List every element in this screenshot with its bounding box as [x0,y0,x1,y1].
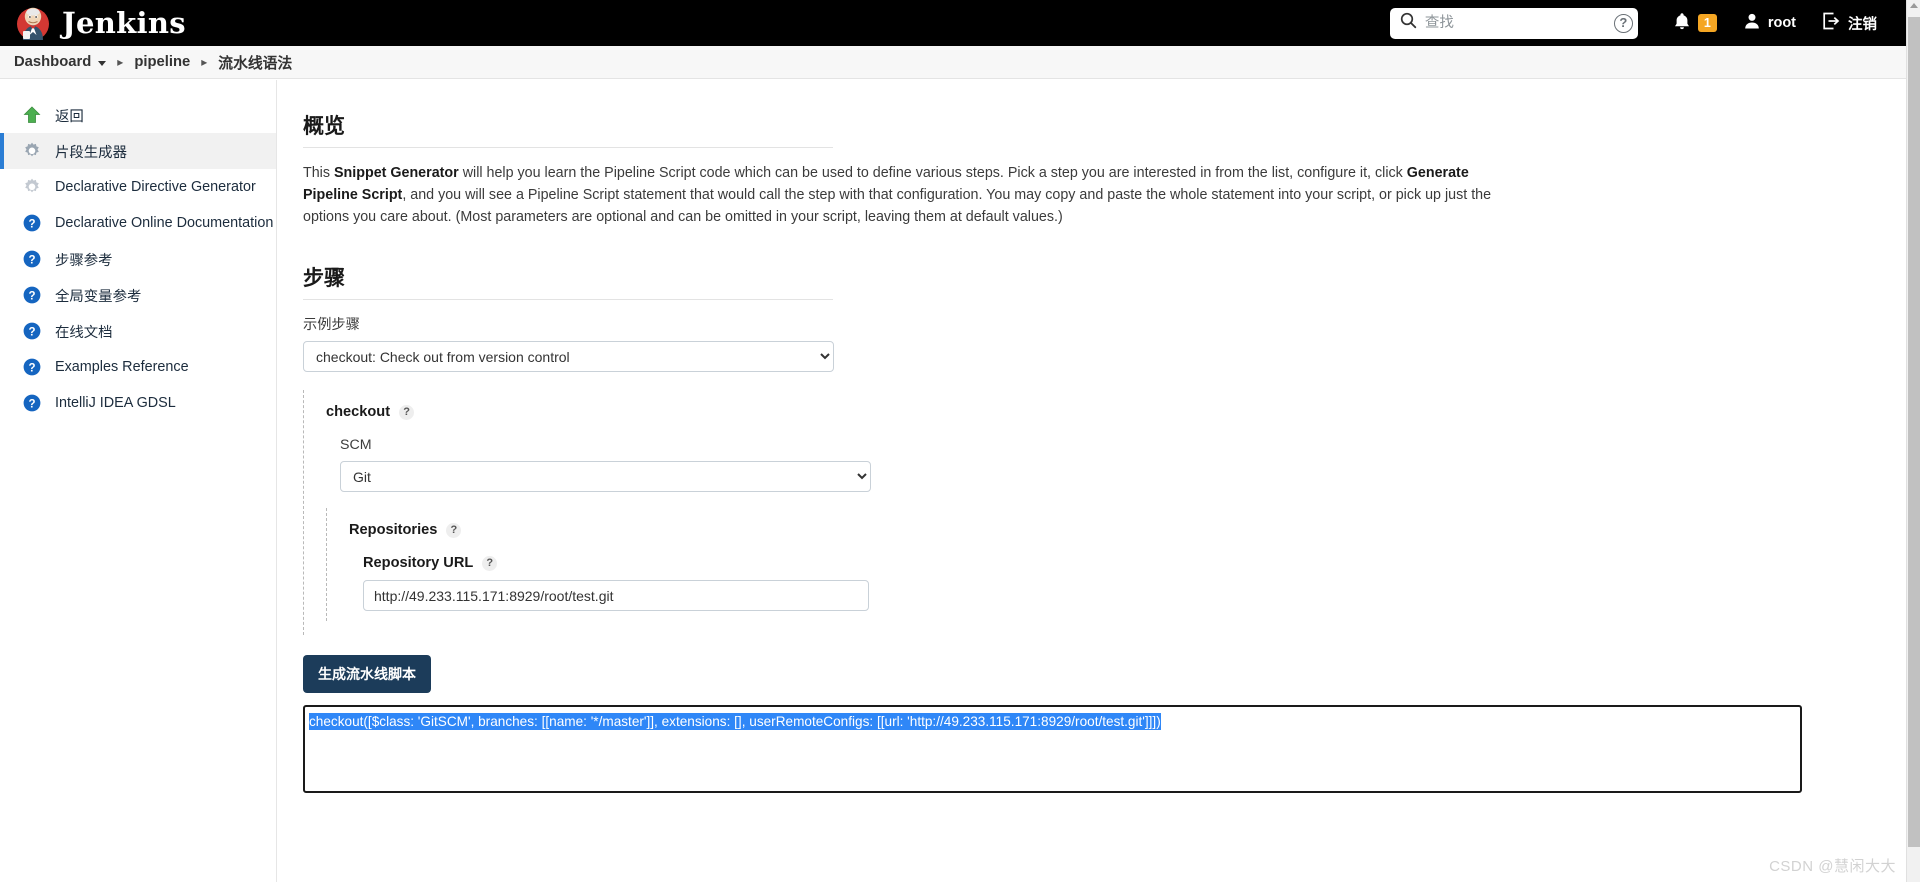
chevron-down-icon[interactable] [98,60,107,66]
overview-text-3: , and you will see a Pipeline Script sta… [303,187,1492,226]
sidebar-item-back[interactable]: 返回 [0,97,276,133]
sidebar-label-global-variable-reference: 全局变量参考 [55,288,142,305]
help-icon: ? [22,393,42,413]
checkout-block: checkout ? SCM Git Repositories ? Reposi… [303,390,1880,636]
page-scrollbar[interactable] [1906,0,1920,882]
steps-heading: 步骤 [303,267,345,291]
logout-icon [1822,12,1841,34]
sidebar-item-examples-reference[interactable]: ? Examples Reference [0,349,276,385]
generated-script-output[interactable]: checkout([$class: 'GitSCM', branches: [[… [303,705,1802,794]
steps-section: 步骤 示例步骤 checkout: Check out from version… [303,262,1880,794]
checkout-block-title: checkout ? [326,404,1880,420]
sidebar-label-intellij-idea-gdsl: IntelliJ IDEA GDSL [55,395,176,411]
sample-step-label: 示例步骤 [303,317,360,334]
svg-text:?: ? [28,398,35,410]
person-icon [1743,12,1761,34]
overview-bold-snippet-generator: Snippet Generator [333,165,459,182]
svg-text:?: ? [28,362,35,374]
help-icon: ? [22,321,42,341]
breadcrumb-separator-1: ▸ [117,55,124,69]
sidebar-item-step-reference[interactable]: ? 步骤参考 [0,241,276,277]
checkout-help-icon[interactable]: ? [399,404,415,420]
generated-script-text: checkout([$class: 'GitSCM', branches: [[… [309,713,1161,731]
repository-url-label: Repository URL [363,555,474,572]
logout-button[interactable]: 注销 [1809,0,1890,46]
breadcrumb-item-dashboard[interactable]: Dashboard [14,54,107,70]
repositories-title-label: Repositories [349,522,438,539]
repository-url-label-row: Repository URL ? [363,555,1880,571]
repositories-help-icon[interactable]: ? [446,522,462,538]
breadcrumb: Dashboard ▸ pipeline ▸ 流水线语法 [0,46,1906,79]
svg-text:?: ? [28,218,35,230]
sidebar-label-snippet-generator: 片段生成器 [55,144,127,161]
scm-select[interactable]: Git [340,461,871,493]
breadcrumb-item-pipeline[interactable]: pipeline [134,54,190,70]
sidebar-label-back: 返回 [55,108,84,125]
sidebar-item-global-variable-reference[interactable]: ? 全局变量参考 [0,277,276,313]
scrollbar-thumb[interactable] [1908,17,1920,847]
repositories-block: Repositories ? Repository URL ? [326,508,1880,622]
svg-text:?: ? [28,254,35,266]
help-icon: ? [22,213,42,233]
help-circle-icon[interactable]: ? [1613,13,1633,33]
up-arrow-icon [22,105,42,125]
top-header-bar: Jenkins ? 1 [0,0,1906,46]
breadcrumb-separator-2: ▸ [201,55,208,69]
svg-text:?: ? [28,290,35,302]
search-box[interactable]: ? [1389,7,1638,39]
breadcrumb-label-dashboard: Dashboard [14,54,92,70]
header-right-controls: ? 1 root [1389,0,1906,46]
scm-label: SCM [340,437,372,454]
overview-text-1: This [303,165,334,182]
jenkins-brand[interactable]: Jenkins [0,4,186,42]
repository-url-help-icon[interactable]: ? [482,555,498,571]
sidebar-label-declarative-directive-generator: Declarative Directive Generator [55,179,256,195]
sidebar-item-online-documentation[interactable]: ? 在线文档 [0,313,276,349]
overview-paragraph: This Snippet Generator will help you lea… [303,162,1527,228]
gear-icon [22,177,42,197]
overview-text-2: will help you learn the Pipeline Script … [458,165,1407,182]
help-icon: ? [22,357,42,377]
bell-icon [1673,12,1691,35]
help-icon: ? [22,285,42,305]
sidebar: 返回 片段生成器 Declarative Directive Generator… [0,80,277,882]
sidebar-label-step-reference: 步骤参考 [55,252,113,269]
jenkins-butler-logo [14,4,52,42]
notification-count-badge: 1 [1697,14,1717,32]
notifications-button[interactable]: 1 [1660,0,1730,46]
checkout-title-label: checkout [326,404,391,421]
watermark: CSDN @慧闲大大 [1769,858,1896,875]
user-name: root [1767,15,1796,31]
scroll-up-arrow-icon[interactable] [1910,3,1918,8]
gear-icon [22,141,42,161]
sidebar-label-declarative-online-documentation: Declarative Online Documentation [55,215,274,231]
sidebar-item-intellij-idea-gdsl[interactable]: ? IntelliJ IDEA GDSL [0,385,276,421]
repository-url-input[interactable] [363,580,869,612]
overview-heading: 概览 [303,115,345,138]
overview-divider [303,147,833,148]
user-menu-button[interactable]: root [1730,0,1809,46]
main-content: 概览 This Snippet Generator will help you … [277,80,1906,882]
help-icon: ? [22,249,42,269]
steps-divider [303,299,833,301]
breadcrumb-item-pipeline-syntax[interactable]: 流水线语法 [218,52,292,73]
sidebar-label-online-documentation: 在线文档 [55,324,113,341]
sidebar-item-snippet-generator[interactable]: 片段生成器 [0,133,276,169]
search-icon [1400,12,1417,34]
repositories-block-title: Repositories ? [349,522,1880,538]
sidebar-item-declarative-directive-generator[interactable]: Declarative Directive Generator [0,169,276,205]
sidebar-item-declarative-online-documentation[interactable]: ? Declarative Online Documentation [0,205,276,241]
search-input[interactable] [1416,14,1614,32]
brand-title: Jenkins [62,6,186,40]
svg-text:?: ? [28,326,35,338]
logout-label: 注销 [1848,16,1877,33]
generate-pipeline-script-button[interactable]: 生成流水线脚本 [303,655,431,694]
sidebar-label-examples-reference: Examples Reference [55,359,189,375]
sample-step-select[interactable]: checkout: Check out from version control [303,341,834,373]
scm-select-wrapper: Git [340,461,1880,493]
